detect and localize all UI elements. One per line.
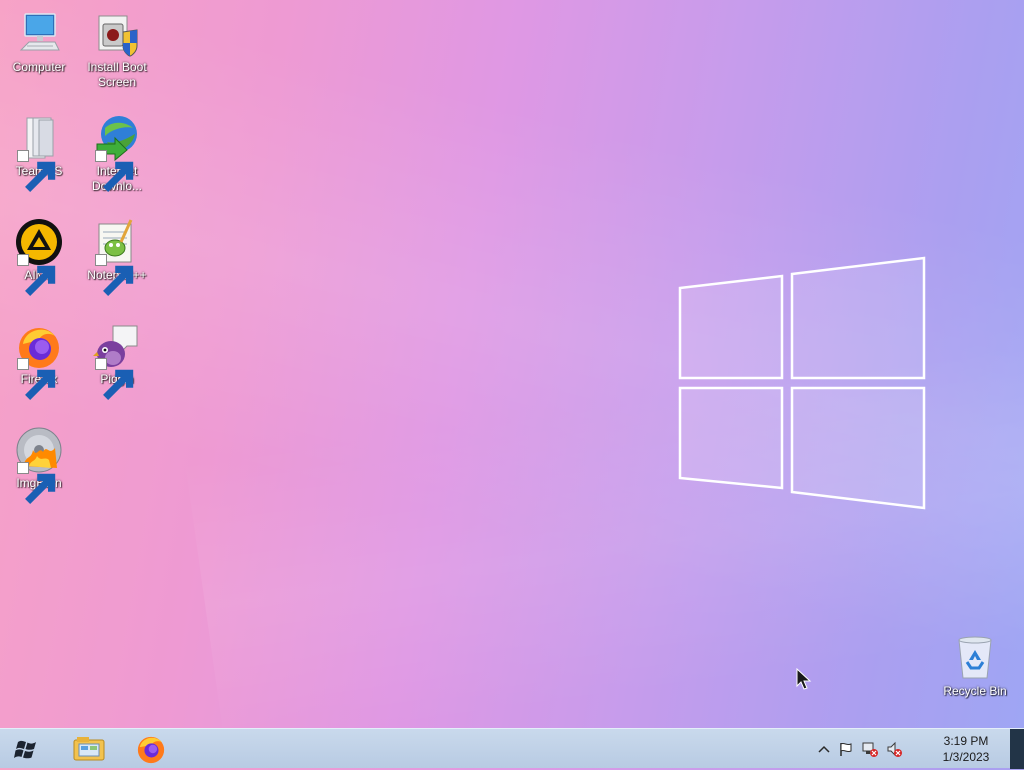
volume-muted-icon[interactable] <box>886 741 902 757</box>
clock-date: 1/3/2023 <box>942 750 990 764</box>
shortcut-arrow-icon <box>95 358 134 400</box>
pidgin-icon <box>93 322 141 400</box>
windows-start-icon <box>14 740 36 759</box>
aimp-icon <box>15 218 63 296</box>
windows-logo-wallpaper <box>678 256 926 510</box>
action-center-flag-icon[interactable] <box>838 741 854 757</box>
desktop-icon-label: Computer <box>12 60 66 74</box>
desktop-icon-aimp[interactable]: AIMP <box>0 208 78 296</box>
desktop-icon-computer[interactable]: Computer <box>0 0 78 75</box>
shortcut-arrow-icon <box>95 150 134 192</box>
firefox-icon <box>137 736 165 764</box>
mouse-cursor-icon <box>796 668 812 690</box>
folder-icon <box>15 114 63 192</box>
taskbar-firefox-button[interactable] <box>124 731 178 767</box>
shortcut-arrow-icon <box>95 254 134 296</box>
desktop-icon-imgburn[interactable]: ImgBurn <box>0 416 78 504</box>
desktop-icon-firefox[interactable]: Firefox <box>0 312 78 400</box>
show-desktop-button[interactable] <box>1010 729 1024 769</box>
desktop-icon-recycle-bin[interactable]: Recycle Bin <box>936 624 1014 699</box>
desktop-icon-label: Recycle Bin <box>943 684 1007 698</box>
computer-icon <box>15 10 63 58</box>
file-explorer-icon <box>73 737 105 761</box>
start-button[interactable] <box>8 733 48 765</box>
taskbar: 3:19 PM 1/3/2023 <box>0 728 1024 769</box>
clock-time: 3:19 PM <box>943 734 989 748</box>
desktop-icon-teamos[interactable]: TeamOS <box>0 104 78 192</box>
shortcut-arrow-icon <box>17 462 56 504</box>
chevron-up-icon[interactable] <box>816 741 832 757</box>
desktop-icon-notepadpp[interactable]: Notepad++ <box>78 208 156 296</box>
taskbar-clock[interactable]: 3:19 PM 1/3/2023 <box>936 733 996 765</box>
desktop-icon-label: Install Boot Screen <box>87 60 147 89</box>
desktop-icon-install-boot-screen[interactable]: Install Boot Screen <box>78 0 156 90</box>
shortcut-arrow-icon <box>17 358 56 400</box>
firefox-icon <box>15 322 63 400</box>
shortcut-arrow-icon <box>17 254 56 296</box>
imgburn-icon <box>15 426 63 504</box>
idm-icon <box>93 114 141 192</box>
network-error-icon[interactable] <box>862 741 878 757</box>
desktop-icon-pidgin[interactable]: Pidgin <box>78 312 156 400</box>
shortcut-arrow-icon <box>17 150 56 192</box>
taskbar-file-explorer-button[interactable] <box>62 731 116 767</box>
notepadpp-icon <box>93 218 141 296</box>
desktop-icon-internet-download-manager[interactable]: Internet Downlo... <box>78 104 156 194</box>
recycle-bin-icon <box>951 634 999 682</box>
desktop[interactable]: Computer TeamOS AIMP Firefox ImgBurn Ins… <box>0 0 1024 728</box>
installer-icon <box>93 10 141 58</box>
